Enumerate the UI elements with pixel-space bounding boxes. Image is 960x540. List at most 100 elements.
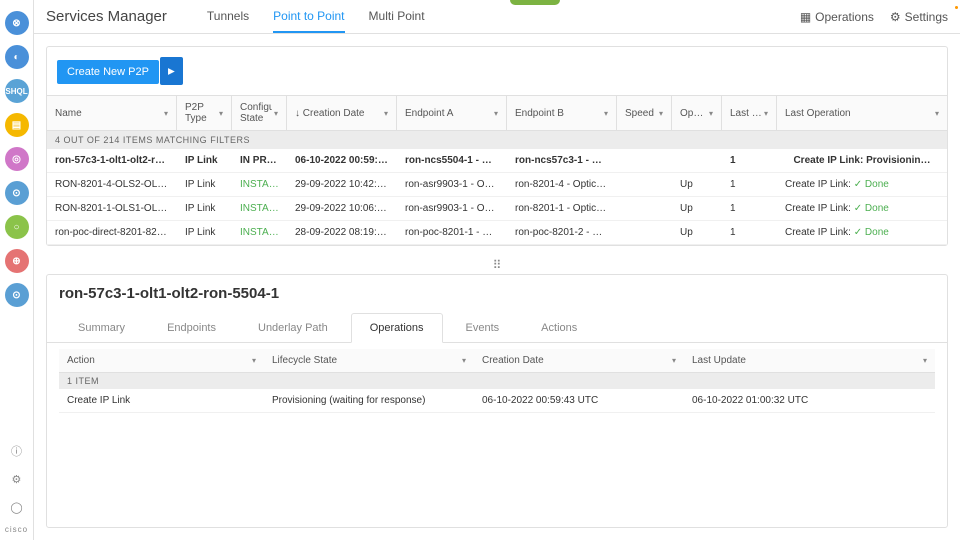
cell-date: 29-09-2022 10:06:30 UTC <box>287 197 397 220</box>
detail-item-count: 1 ITEM <box>59 373 935 389</box>
cell-name: ron-57c3-1-olt1-olt2-ron-5504-1 <box>47 149 177 172</box>
cell-last-op: Create IP Link: Done <box>777 221 947 244</box>
tab-operations[interactable]: Operations <box>351 313 443 343</box>
cell-speed <box>617 197 672 220</box>
cell-name: ron-poc-direct-8201-8202-2809… <box>47 221 177 244</box>
col-header-conf-state[interactable]: Configurat State▾ <box>232 96 287 130</box>
cell-name: RON-8201-1-OLS1-OLS4-RON-… <box>47 197 177 220</box>
chevron-down-icon: ▾ <box>672 356 676 365</box>
col-header-op-state[interactable]: Operational State▾ <box>672 96 722 130</box>
dcell-action: Create IP Link <box>59 389 264 412</box>
chevron-down-icon: ▾ <box>462 356 466 365</box>
sidebar-app-icon-6[interactable]: ⊙ <box>5 181 29 205</box>
col-header-endpoint-a[interactable]: Endpoint A▾ <box>397 96 507 130</box>
notification-dot <box>955 6 958 9</box>
operations-label: Operations <box>815 10 874 24</box>
cell-endpoint-a: ron-asr9903-1 - Optics0/… <box>397 173 507 196</box>
cell-last24: 1 <box>722 149 777 172</box>
page-title: Services Manager <box>46 8 167 25</box>
sidebar-app-icon-7[interactable]: ○ <box>5 215 29 239</box>
cell-endpoint-b: ron-8201-1 - Optics0/0/0… <box>507 197 617 220</box>
cell-endpoint-a: ron-poc-8201-1 - Optics0… <box>397 221 507 244</box>
detail-table-row[interactable]: Create IP LinkProvisioning (waiting for … <box>59 389 935 413</box>
dcol-lifecycle[interactable]: Lifecycle State▾ <box>264 349 474 372</box>
tab-underlay-path[interactable]: Underlay Path <box>239 313 347 343</box>
cell-type: IP Link <box>177 149 232 172</box>
chevron-down-icon: ▾ <box>494 109 498 118</box>
grid-header-row: Name▾ P2P Type▾ Configurat State▾ ↓ Crea… <box>47 95 947 131</box>
col-header-last-op[interactable]: Last Operation▾ <box>777 96 947 130</box>
cell-conf-state: INSTALLED <box>232 197 287 220</box>
chevron-down-icon: ▾ <box>659 109 663 118</box>
sidebar-app-icon-2[interactable]: ◐ <box>5 45 29 69</box>
gear-icon[interactable]: ⚙ <box>7 470 25 488</box>
cell-op-state <box>672 149 722 172</box>
col-header-creation-date[interactable]: ↓ Creation Date▾ <box>287 96 397 130</box>
grid-body: ron-57c3-1-olt1-olt2-ron-5504-1IP LinkIN… <box>47 149 947 245</box>
cell-date: 29-09-2022 10:42:24 UTC <box>287 173 397 196</box>
info-icon[interactable]: ⓘ <box>7 442 25 460</box>
chevron-down-icon: ▾ <box>219 109 223 118</box>
chevron-down-icon: ▾ <box>604 109 608 118</box>
sidebar-app-icon-5[interactable]: ◎ <box>5 147 29 171</box>
tab-tunnels[interactable]: Tunnels <box>207 1 249 33</box>
tab-events[interactable]: Events <box>447 313 519 343</box>
col-header-type[interactable]: P2P Type▾ <box>177 96 232 130</box>
filter-summary: 4 OUT OF 214 ITEMS MATCHING FILTERS <box>47 131 947 149</box>
dcol-creation-date[interactable]: Creation Date▾ <box>474 349 684 372</box>
cell-conf-state: INSTALLED <box>232 221 287 244</box>
cell-type: IP Link <box>177 173 232 196</box>
table-row[interactable]: RON-8201-4-OLS2-OLS3-OLS4-…IP LinkINSTAL… <box>47 173 947 197</box>
header-tabs: Tunnels Point to Point Multi Point <box>207 1 425 33</box>
table-row[interactable]: RON-8201-1-OLS1-OLS4-RON-…IP LinkINSTALL… <box>47 197 947 221</box>
create-new-p2p-button[interactable]: Create New P2P <box>57 60 159 84</box>
tab-summary[interactable]: Summary <box>59 313 144 343</box>
cell-op-state: Up <box>672 197 722 220</box>
services-panel: Create New P2P▸ Name▾ P2P Type▾ Configur… <box>46 46 948 246</box>
col-header-speed[interactable]: Speed▾ <box>617 96 672 130</box>
cell-last-op: Create IP Link: Done <box>777 197 947 220</box>
table-row[interactable]: ron-57c3-1-olt1-olt2-ron-5504-1IP LinkIN… <box>47 149 947 173</box>
cell-conf-state: IN PROG… <box>232 149 287 172</box>
settings-label: Settings <box>905 10 948 24</box>
cell-name: RON-8201-4-OLS2-OLS3-OLS4-… <box>47 173 177 196</box>
grid-icon: ▦ <box>800 10 811 24</box>
cell-type: IP Link <box>177 197 232 220</box>
cell-last24: 1 <box>722 173 777 196</box>
cell-last24: 1 <box>722 221 777 244</box>
sidebar-app-icon-8[interactable]: ⊕ <box>5 249 29 273</box>
dcol-last-update[interactable]: Last Update▾ <box>684 349 935 372</box>
cisco-logo: cisco <box>5 525 28 534</box>
cell-last-op: Create IP Link: Done <box>777 173 947 196</box>
dcell-lifecycle: Provisioning (waiting for response) <box>264 389 474 412</box>
sidebar-app-icon-1[interactable]: ⊗ <box>5 11 29 35</box>
detail-title: ron-57c3-1-olt1-olt2-ron-5504-1 <box>47 275 947 312</box>
cell-speed <box>617 173 672 196</box>
detail-grid-body: Create IP LinkProvisioning (waiting for … <box>47 389 947 413</box>
detail-grid-header: Action▾ Lifecycle State▾ Creation Date▾ … <box>59 349 935 373</box>
table-row[interactable]: ron-poc-direct-8201-8202-2809…IP LinkINS… <box>47 221 947 245</box>
col-header-endpoint-b[interactable]: Endpoint B▾ <box>507 96 617 130</box>
tab-endpoints[interactable]: Endpoints <box>148 313 235 343</box>
settings-link[interactable]: ⚙ Settings <box>890 10 948 24</box>
cell-last-op: Create IP Link: Provisionin… <box>777 149 947 172</box>
sidebar-app-icon-9[interactable]: ⊙ <box>5 283 29 307</box>
dcol-action[interactable]: Action▾ <box>59 349 264 372</box>
detail-tabs: Summary Endpoints Underlay Path Operatio… <box>47 312 947 343</box>
user-icon[interactable]: ◯ <box>7 498 25 516</box>
operations-link[interactable]: ▦ Operations <box>800 10 874 24</box>
tab-actions[interactable]: Actions <box>522 313 596 343</box>
col-header-name[interactable]: Name▾ <box>47 96 177 130</box>
sidebar-app-icon-3[interactable]: SHQL <box>5 79 29 103</box>
split-drag-handle[interactable]: ⠿ <box>46 256 948 274</box>
cell-type: IP Link <box>177 221 232 244</box>
tab-multi-point[interactable]: Multi Point <box>369 1 425 33</box>
chevron-down-icon: ▾ <box>274 109 278 118</box>
chevron-down-icon: ▾ <box>923 356 927 365</box>
cell-speed <box>617 149 672 172</box>
chevron-down-icon: ▾ <box>164 109 168 118</box>
tab-point-to-point[interactable]: Point to Point <box>273 1 344 33</box>
col-header-last24[interactable]: Last 24h Operations▾ <box>722 96 777 130</box>
create-dropdown-button[interactable]: ▸ <box>160 57 183 85</box>
sidebar-app-icon-4[interactable]: ▤ <box>5 113 29 137</box>
